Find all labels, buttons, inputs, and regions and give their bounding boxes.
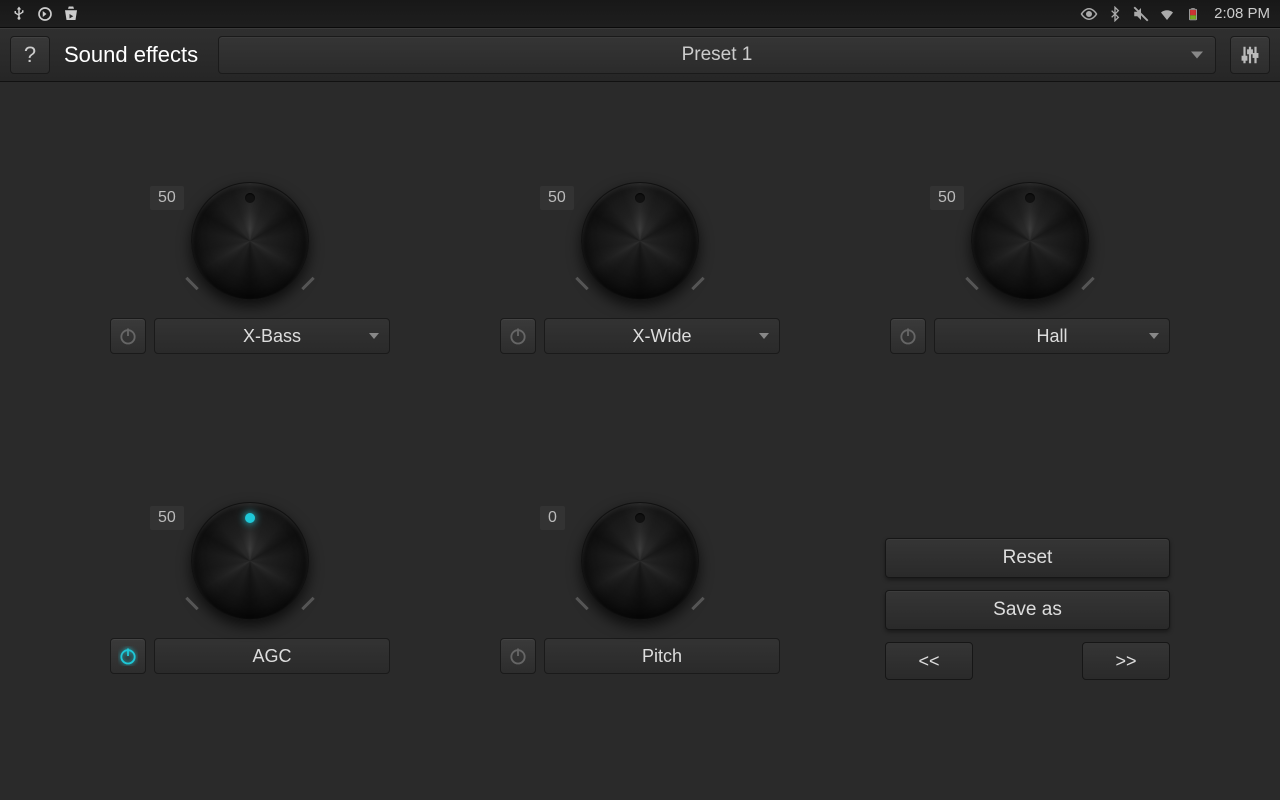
xwide-select[interactable]: X-Wide — [544, 318, 780, 354]
agc-label: AGC — [154, 638, 390, 674]
xwide-power-button[interactable] — [500, 318, 536, 354]
chevron-down-icon — [759, 333, 769, 339]
status-bar: 2:08 PM — [0, 0, 1280, 28]
preset-dropdown[interactable]: Preset 1 — [218, 36, 1216, 74]
main: 50 X-Bass 50 X-Wide — [0, 82, 1280, 800]
xwide-knob[interactable] — [581, 182, 699, 300]
status-time: 2:08 PM — [1214, 5, 1270, 22]
prev-button[interactable]: << — [885, 642, 973, 680]
hall-value: 50 — [930, 186, 964, 210]
reset-button[interactable]: Reset — [885, 538, 1170, 578]
save-as-button[interactable]: Save as — [885, 590, 1170, 630]
equalizer-button[interactable] — [1230, 36, 1270, 74]
xbass-power-button[interactable] — [110, 318, 146, 354]
mute-icon — [1132, 5, 1150, 23]
header: ? Sound effects Preset 1 — [0, 28, 1280, 82]
agc-value: 50 — [150, 506, 184, 530]
agc-power-button[interactable] — [110, 638, 146, 674]
preset-label: Preset 1 — [682, 44, 753, 66]
usb-icon — [10, 5, 28, 23]
chevron-down-icon — [1149, 333, 1159, 339]
effect-xbass: 50 X-Bass — [100, 182, 400, 354]
hall-select[interactable]: Hall — [934, 318, 1170, 354]
pitch-label: Pitch — [544, 638, 780, 674]
next-button[interactable]: >> — [1082, 642, 1170, 680]
xwide-value: 50 — [540, 186, 574, 210]
bluetooth-icon — [1106, 5, 1124, 23]
eye-icon — [1080, 5, 1098, 23]
effect-pitch: 0 Pitch — [490, 502, 790, 674]
battery-icon — [1184, 5, 1202, 23]
actions: Reset Save as << >> — [885, 538, 1170, 680]
play-store-icon — [62, 5, 80, 23]
help-button[interactable]: ? — [10, 36, 50, 74]
pitch-knob[interactable] — [581, 502, 699, 620]
xbass-value: 50 — [150, 186, 184, 210]
hall-knob[interactable] — [971, 182, 1089, 300]
effect-xwide: 50 X-Wide — [490, 182, 790, 354]
chevron-down-icon — [1191, 52, 1203, 59]
hall-power-button[interactable] — [890, 318, 926, 354]
effect-agc: 50 AGC — [100, 502, 400, 674]
pitch-value: 0 — [540, 506, 565, 530]
pitch-power-button[interactable] — [500, 638, 536, 674]
page-title: Sound effects — [64, 42, 204, 68]
agc-knob[interactable] — [191, 502, 309, 620]
xbass-select[interactable]: X-Bass — [154, 318, 390, 354]
effect-hall: 50 Hall — [880, 182, 1180, 354]
wifi-icon — [1158, 5, 1176, 23]
chevron-down-icon — [369, 333, 379, 339]
sync-icon — [36, 5, 54, 23]
xbass-knob[interactable] — [191, 182, 309, 300]
